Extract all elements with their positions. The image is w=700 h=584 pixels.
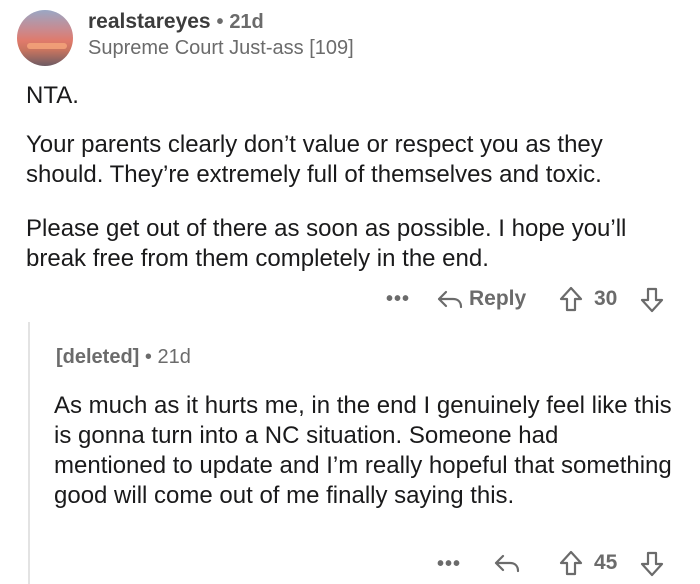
reply-text: As much as it hurts me, in the end I gen… bbox=[54, 392, 672, 509]
reply-author-line: [deleted] • 21d bbox=[56, 346, 191, 369]
comment-author-line: realstareyes • 21d bbox=[88, 10, 264, 34]
downvote-arrow-icon[interactable] bbox=[640, 287, 664, 313]
more-options-button[interactable]: ••• bbox=[386, 288, 410, 311]
reply-arrow-icon[interactable] bbox=[494, 553, 520, 575]
thread-line[interactable] bbox=[28, 322, 30, 584]
reply-arrow-icon bbox=[437, 289, 463, 311]
comment-timestamp: 21d bbox=[229, 11, 264, 33]
vote-score: 45 bbox=[594, 551, 618, 574]
comment-paragraph: NTA. bbox=[26, 82, 79, 109]
comment-paragraph: Please get out of there as soon as possi… bbox=[26, 215, 627, 272]
reply-timestamp: 21d bbox=[157, 346, 191, 368]
upvote-arrow-icon[interactable] bbox=[559, 286, 583, 312]
vote-score: 30 bbox=[594, 287, 618, 310]
reply-username: [deleted] bbox=[56, 346, 140, 368]
downvote-arrow-icon[interactable] bbox=[640, 551, 664, 577]
meta-separator: • bbox=[144, 346, 152, 368]
upvote-arrow-icon[interactable] bbox=[559, 550, 583, 576]
more-options-button[interactable]: ••• bbox=[437, 553, 461, 576]
meta-separator: • bbox=[216, 11, 224, 33]
reply-button[interactable]: Reply bbox=[437, 286, 532, 312]
user-flair: Supreme Court Just-ass [109] bbox=[88, 37, 354, 59]
comment-paragraph: Your parents clearly don’t value or resp… bbox=[26, 131, 603, 188]
comment-username[interactable]: realstareyes bbox=[88, 10, 211, 33]
reply-label: Reply bbox=[469, 287, 527, 310]
avatar[interactable] bbox=[17, 10, 73, 66]
